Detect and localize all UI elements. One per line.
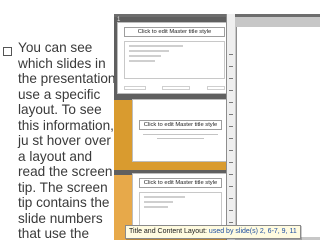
thumbnail-content-placeholder (124, 41, 225, 79)
slide-edit-area (232, 17, 320, 240)
thumbnail-subtitle-line (143, 134, 218, 135)
thumbnail-footer-date (124, 86, 146, 90)
vertical-ruler (226, 14, 235, 240)
layout-screen-tip: Title and Content Layout: used by slide(… (125, 225, 301, 239)
slide-canvas[interactable] (236, 27, 320, 237)
bullet-paragraph: You can see which slides in the presenta… (18, 40, 116, 241)
thumbnail-footer-text (162, 86, 190, 90)
title-slide-layout-thumbnail[interactable]: Click to edit Master title style (132, 99, 229, 162)
tooltip-slide-usage: used by slide(s) 2, 6-7, 9, 11 (208, 228, 297, 235)
thumbnail-subtitle-line (157, 138, 204, 139)
slide-master-screenshot: 1 Click to edit Master title style Click… (114, 14, 320, 240)
thumbnail-footer-number (207, 86, 225, 90)
thumbnail-title: Click to edit Master title style (139, 178, 222, 188)
thumbnail-content-placeholder (139, 192, 222, 227)
thumbnail-title: Click to edit Master title style (124, 27, 225, 37)
bullet-square-icon (3, 47, 13, 57)
master-slide-thumbnail[interactable]: Click to edit Master title style (117, 22, 232, 94)
tooltip-layout-name: Title and Content Layout: (129, 228, 207, 235)
thumbnail-title: Click to edit Master title style (139, 120, 222, 130)
thumbnail-pane: 1 Click to edit Master title style Click… (114, 17, 232, 240)
